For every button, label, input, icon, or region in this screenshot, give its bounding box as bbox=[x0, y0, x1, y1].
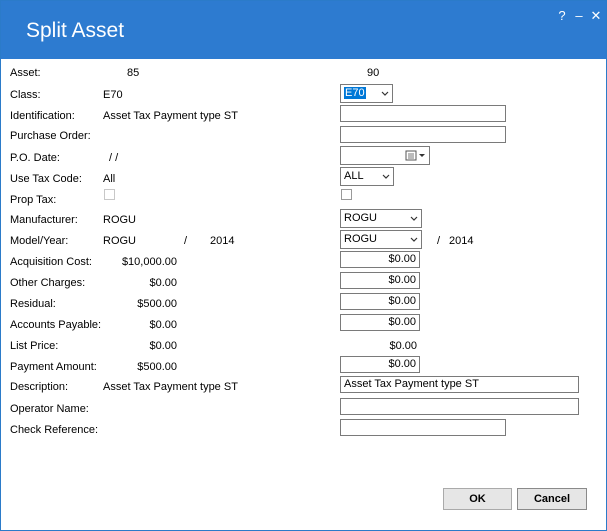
accounts-payable-label: Accounts Payable: bbox=[10, 319, 102, 331]
model-original-value: ROGU bbox=[103, 235, 136, 247]
minimize-icon[interactable]: – bbox=[572, 9, 586, 23]
payment-amount-label: Payment Amount: bbox=[10, 361, 97, 373]
residual-input[interactable]: $0.00 bbox=[340, 293, 420, 310]
accounts-payable-original-value: $0.00 bbox=[149, 319, 177, 331]
description-original-value: Asset Tax Payment type ST bbox=[103, 381, 238, 393]
list-price-original-value: $0.00 bbox=[149, 340, 177, 352]
prop-tax-checkbox[interactable] bbox=[341, 189, 352, 200]
payment-amount-original-value: $500.00 bbox=[137, 361, 177, 373]
model-selected-text: ROGU bbox=[344, 233, 377, 245]
po-date-label: P.O. Date: bbox=[10, 152, 60, 164]
asset-original-value: 85 bbox=[127, 67, 140, 79]
use-tax-code-select[interactable]: ALL bbox=[340, 167, 394, 186]
payment-amount-input[interactable]: $0.00 bbox=[340, 356, 420, 373]
identification-original-value: Asset Tax Payment type ST bbox=[103, 110, 238, 122]
description-input[interactable]: Asset Tax Payment type ST bbox=[340, 376, 579, 393]
dialog-title: Split Asset bbox=[26, 19, 125, 42]
ok-button[interactable]: OK bbox=[443, 488, 512, 510]
other-charges-original-value: $0.00 bbox=[149, 277, 177, 289]
list-price-split-value: $0.00 bbox=[389, 340, 417, 352]
check-reference-label: Check Reference: bbox=[10, 424, 99, 436]
use-tax-code-selected-text: ALL bbox=[344, 170, 364, 182]
chevron-down-icon bbox=[381, 91, 389, 96]
use-tax-code-original-value: All bbox=[103, 173, 116, 185]
purchase-order-input[interactable] bbox=[340, 126, 506, 143]
year-split-value: 2014 bbox=[449, 235, 474, 247]
asset-split-value: 90 bbox=[367, 67, 380, 79]
accounts-payable-input[interactable]: $0.00 bbox=[340, 314, 420, 331]
chevron-down-icon bbox=[410, 216, 418, 221]
model-year-split-separator: / bbox=[437, 235, 441, 247]
chevron-down-icon bbox=[410, 237, 418, 242]
po-date-original-value: / / bbox=[109, 152, 119, 164]
residual-label: Residual: bbox=[10, 298, 56, 310]
description-label: Description: bbox=[10, 381, 69, 393]
chevron-down-icon bbox=[382, 174, 390, 179]
year-original-value: 2014 bbox=[210, 235, 235, 247]
model-year-label: Model/Year: bbox=[10, 235, 69, 247]
residual-original-value: $500.00 bbox=[137, 298, 177, 310]
other-charges-input[interactable]: $0.00 bbox=[340, 272, 420, 289]
prop-tax-original-checkbox bbox=[104, 189, 115, 200]
close-icon[interactable]: ✕ bbox=[589, 9, 603, 23]
asset-label: Asset: bbox=[10, 67, 41, 79]
use-tax-code-label: Use Tax Code: bbox=[10, 173, 82, 185]
title-bar: Split Asset ? – ✕ bbox=[1, 1, 606, 59]
calendar-icon bbox=[405, 150, 425, 161]
other-charges-label: Other Charges: bbox=[10, 277, 86, 289]
check-reference-input[interactable] bbox=[340, 419, 506, 436]
purchase-order-label: Purchase Order: bbox=[10, 130, 91, 142]
class-select[interactable]: E70 bbox=[340, 84, 393, 103]
manufacturer-original-value: ROGU bbox=[103, 214, 136, 226]
help-icon[interactable]: ? bbox=[555, 9, 569, 23]
acquisition-cost-input[interactable]: $0.00 bbox=[340, 251, 420, 268]
acquisition-cost-original-value: $10,000.00 bbox=[121, 256, 177, 268]
identification-label: Identification: bbox=[10, 110, 75, 122]
prop-tax-label: Prop Tax: bbox=[10, 194, 57, 206]
split-asset-dialog: Split Asset ? – ✕ Asset: 85 90 Class: E7… bbox=[0, 0, 607, 531]
operator-name-input[interactable] bbox=[340, 398, 579, 415]
acquisition-cost-label: Acquisition Cost: bbox=[10, 256, 92, 268]
model-select[interactable]: ROGU bbox=[340, 230, 422, 249]
class-original-value: E70 bbox=[103, 89, 123, 101]
manufacturer-label: Manufacturer: bbox=[10, 214, 78, 226]
manufacturer-selected-text: ROGU bbox=[344, 212, 377, 224]
manufacturer-select[interactable]: ROGU bbox=[340, 209, 422, 228]
cancel-button[interactable]: Cancel bbox=[517, 488, 587, 510]
operator-name-label: Operator Name: bbox=[10, 403, 89, 415]
class-label: Class: bbox=[10, 89, 41, 101]
identification-input[interactable] bbox=[340, 105, 506, 122]
class-selected-text: E70 bbox=[344, 87, 366, 99]
po-date-picker[interactable] bbox=[340, 146, 430, 165]
model-year-separator: / bbox=[184, 235, 188, 247]
list-price-label: List Price: bbox=[10, 340, 59, 352]
